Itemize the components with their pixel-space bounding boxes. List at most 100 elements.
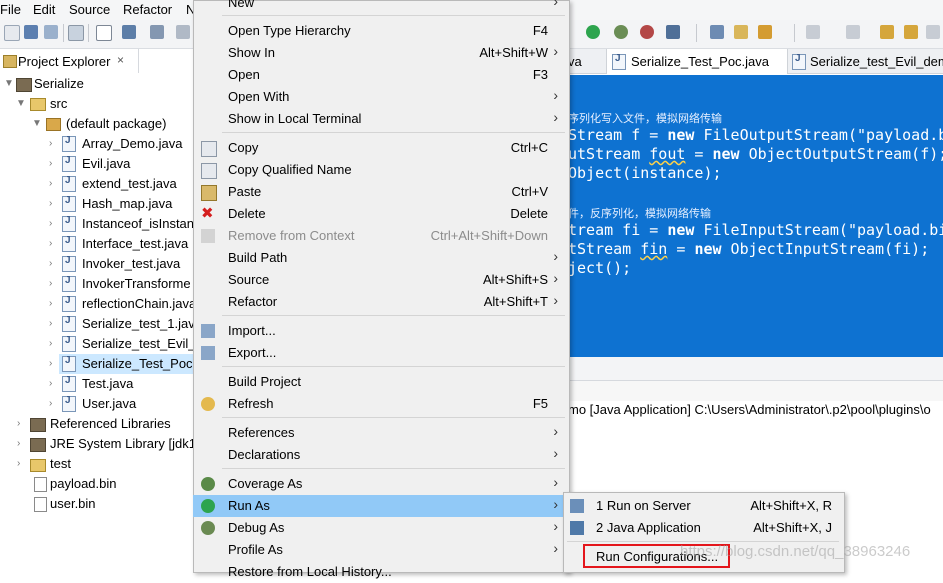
chevron-right-icon[interactable]: › xyxy=(17,418,20,429)
copy-qualified-icon xyxy=(201,163,217,179)
tree-item-test[interactable]: test xyxy=(50,454,71,474)
chevron-right-icon[interactable]: › xyxy=(17,458,20,469)
menu-source[interactable]: Source xyxy=(69,2,110,17)
menu-item-profile-as[interactable]: Profile As › xyxy=(193,539,568,561)
pin-editor-icon[interactable] xyxy=(846,25,860,39)
submenu-item-run-on-server[interactable]: 1 Run on Server Alt+Shift+X, R xyxy=(563,495,843,517)
run-icon[interactable] xyxy=(586,25,600,39)
menu-separator xyxy=(222,417,565,418)
chevron-right-icon[interactable]: › xyxy=(49,158,52,169)
save-all-icon[interactable] xyxy=(44,25,58,39)
chevron-right-icon[interactable]: › xyxy=(49,318,52,329)
menu-item-refactor[interactable]: Refactor Alt+Shift+T › xyxy=(193,291,568,313)
toolbar-icon[interactable] xyxy=(926,25,940,39)
tree-item-file[interactable]: Test.java xyxy=(82,374,133,394)
menu-item-copy[interactable]: Copy Ctrl+C xyxy=(193,137,568,159)
toolbar-icon[interactable] xyxy=(176,25,190,39)
tree-item-file[interactable]: Evil.java xyxy=(82,154,130,174)
tree-item-referenced-libraries[interactable]: Referenced Libraries xyxy=(50,414,171,434)
binary-icon[interactable] xyxy=(96,25,112,41)
close-icon[interactable]: × xyxy=(117,53,124,67)
menu-file[interactable]: File xyxy=(0,2,21,17)
library-icon xyxy=(30,438,46,452)
menu-item-copy-qualified-name[interactable]: Copy Qualified Name xyxy=(193,159,568,181)
chevron-right-icon[interactable]: › xyxy=(49,298,52,309)
menu-item-paste[interactable]: Paste Ctrl+V xyxy=(193,181,568,203)
menu-item-open-type-hierarchy[interactable]: Open Type Hierarchy F4 xyxy=(193,20,568,42)
forward-icon[interactable] xyxy=(904,25,918,39)
editor-tab[interactable]: Serialize_test_Evil_demo xyxy=(810,54,943,69)
submenu-item-java-application[interactable]: 2 Java Application Alt+Shift+X, J xyxy=(563,517,843,539)
tree-item-file[interactable]: reflectionChain.java xyxy=(82,294,196,314)
chevron-down-icon[interactable]: ▼ xyxy=(4,78,14,89)
tree-item-file[interactable]: Instanceof_isInstanc xyxy=(82,214,201,234)
menu-refactor[interactable]: Refactor xyxy=(123,2,172,17)
java-file-icon xyxy=(62,275,76,292)
menu-item-show-in-terminal[interactable]: Show in Local Terminal › xyxy=(193,108,568,130)
chevron-down-icon[interactable]: ▼ xyxy=(32,118,42,129)
menu-item-debug-as[interactable]: Debug As › xyxy=(193,517,568,539)
tree-item-file[interactable]: extend_test.java xyxy=(82,174,177,194)
chevron-right-icon[interactable]: › xyxy=(49,238,52,249)
tree-item-file[interactable]: Interface_test.java xyxy=(82,234,188,254)
chevron-right-icon[interactable]: › xyxy=(49,198,52,209)
chevron-right-icon[interactable]: › xyxy=(49,378,52,389)
chevron-right-icon[interactable]: › xyxy=(49,278,52,289)
save-icon[interactable] xyxy=(24,25,38,39)
menu-edit[interactable]: Edit xyxy=(33,2,55,17)
tree-item-file-selected[interactable]: Serialize_Test_Poc.ja xyxy=(82,354,206,374)
tree-item-file[interactable]: payload.bin xyxy=(50,474,117,494)
menu-item-import[interactable]: Import... xyxy=(193,320,568,342)
debug-icon[interactable] xyxy=(640,25,654,39)
tree-item-file[interactable]: Array_Demo.java xyxy=(82,134,182,154)
open-type-icon[interactable] xyxy=(710,25,724,39)
tree-item-jre[interactable]: JRE System Library [jdk1 xyxy=(50,434,196,454)
menu-item-coverage-as[interactable]: Coverage As › xyxy=(193,473,568,495)
chevron-right-icon[interactable]: › xyxy=(49,338,52,349)
print-icon[interactable] xyxy=(68,25,84,41)
chevron-right-icon[interactable]: › xyxy=(49,178,52,189)
tree-item-file[interactable]: Serialize_test_Evil_d xyxy=(82,334,203,354)
console-icon[interactable] xyxy=(122,25,136,39)
menu-item-source[interactable]: Source Alt+Shift+S › xyxy=(193,269,568,291)
tree-item-project[interactable]: Serialize xyxy=(34,74,84,94)
editor-tab[interactable]: va xyxy=(568,54,582,69)
tree-item-file[interactable]: Hash_map.java xyxy=(82,194,172,214)
chevron-right-icon[interactable]: › xyxy=(49,358,52,369)
new-icon[interactable] xyxy=(4,25,20,41)
tree-item-file[interactable]: Invoker_test.java xyxy=(82,254,180,274)
menu-item-references[interactable]: References › xyxy=(193,422,568,444)
tree-item-src[interactable]: src xyxy=(50,94,67,114)
annotation-icon[interactable] xyxy=(806,25,820,39)
menu-item-refresh[interactable]: Refresh F5 xyxy=(193,393,568,415)
chevron-down-icon[interactable]: ▼ xyxy=(16,98,26,109)
tree-item-file[interactable]: Serialize_test_1.java xyxy=(82,314,202,334)
chevron-right-icon[interactable]: › xyxy=(49,398,52,409)
menu-item-declarations[interactable]: Declarations › xyxy=(193,444,568,466)
pin-icon[interactable] xyxy=(150,25,164,39)
chevron-right-icon[interactable]: › xyxy=(17,438,20,449)
open-task-icon[interactable] xyxy=(734,25,748,39)
menu-item-build-path[interactable]: Build Path › xyxy=(193,247,568,269)
menu-item-open-with[interactable]: Open With › xyxy=(193,86,568,108)
chevron-right-icon[interactable]: › xyxy=(49,138,52,149)
tree-item-file[interactable]: user.bin xyxy=(50,494,96,514)
menu-item-show-in[interactable]: Show In Alt+Shift+W › xyxy=(193,42,568,64)
menu-item-restore-history[interactable]: Restore from Local History... xyxy=(193,561,568,583)
back-icon[interactable] xyxy=(880,25,894,39)
menu-item-export[interactable]: Export... xyxy=(193,342,568,364)
chevron-right-icon[interactable]: › xyxy=(49,218,52,229)
tree-item-package[interactable]: (default package) xyxy=(66,114,166,134)
menu-item-delete[interactable]: ✖ Delete Delete xyxy=(193,203,568,225)
file-icon xyxy=(34,477,47,492)
menu-item-build-project[interactable]: Build Project xyxy=(193,371,568,393)
tree-item-file[interactable]: User.java xyxy=(82,394,136,414)
tree-item-file[interactable]: InvokerTransforme xyxy=(82,274,191,294)
menu-item-new[interactable]: New › xyxy=(193,0,568,14)
chevron-right-icon[interactable]: › xyxy=(49,258,52,269)
menu-item-open[interactable]: Open F3 xyxy=(193,64,568,86)
coverage-icon[interactable] xyxy=(614,25,628,39)
menu-item-run-as[interactable]: Run As › xyxy=(193,495,568,517)
external-tools-icon[interactable] xyxy=(666,25,680,39)
search-icon[interactable] xyxy=(758,25,772,39)
